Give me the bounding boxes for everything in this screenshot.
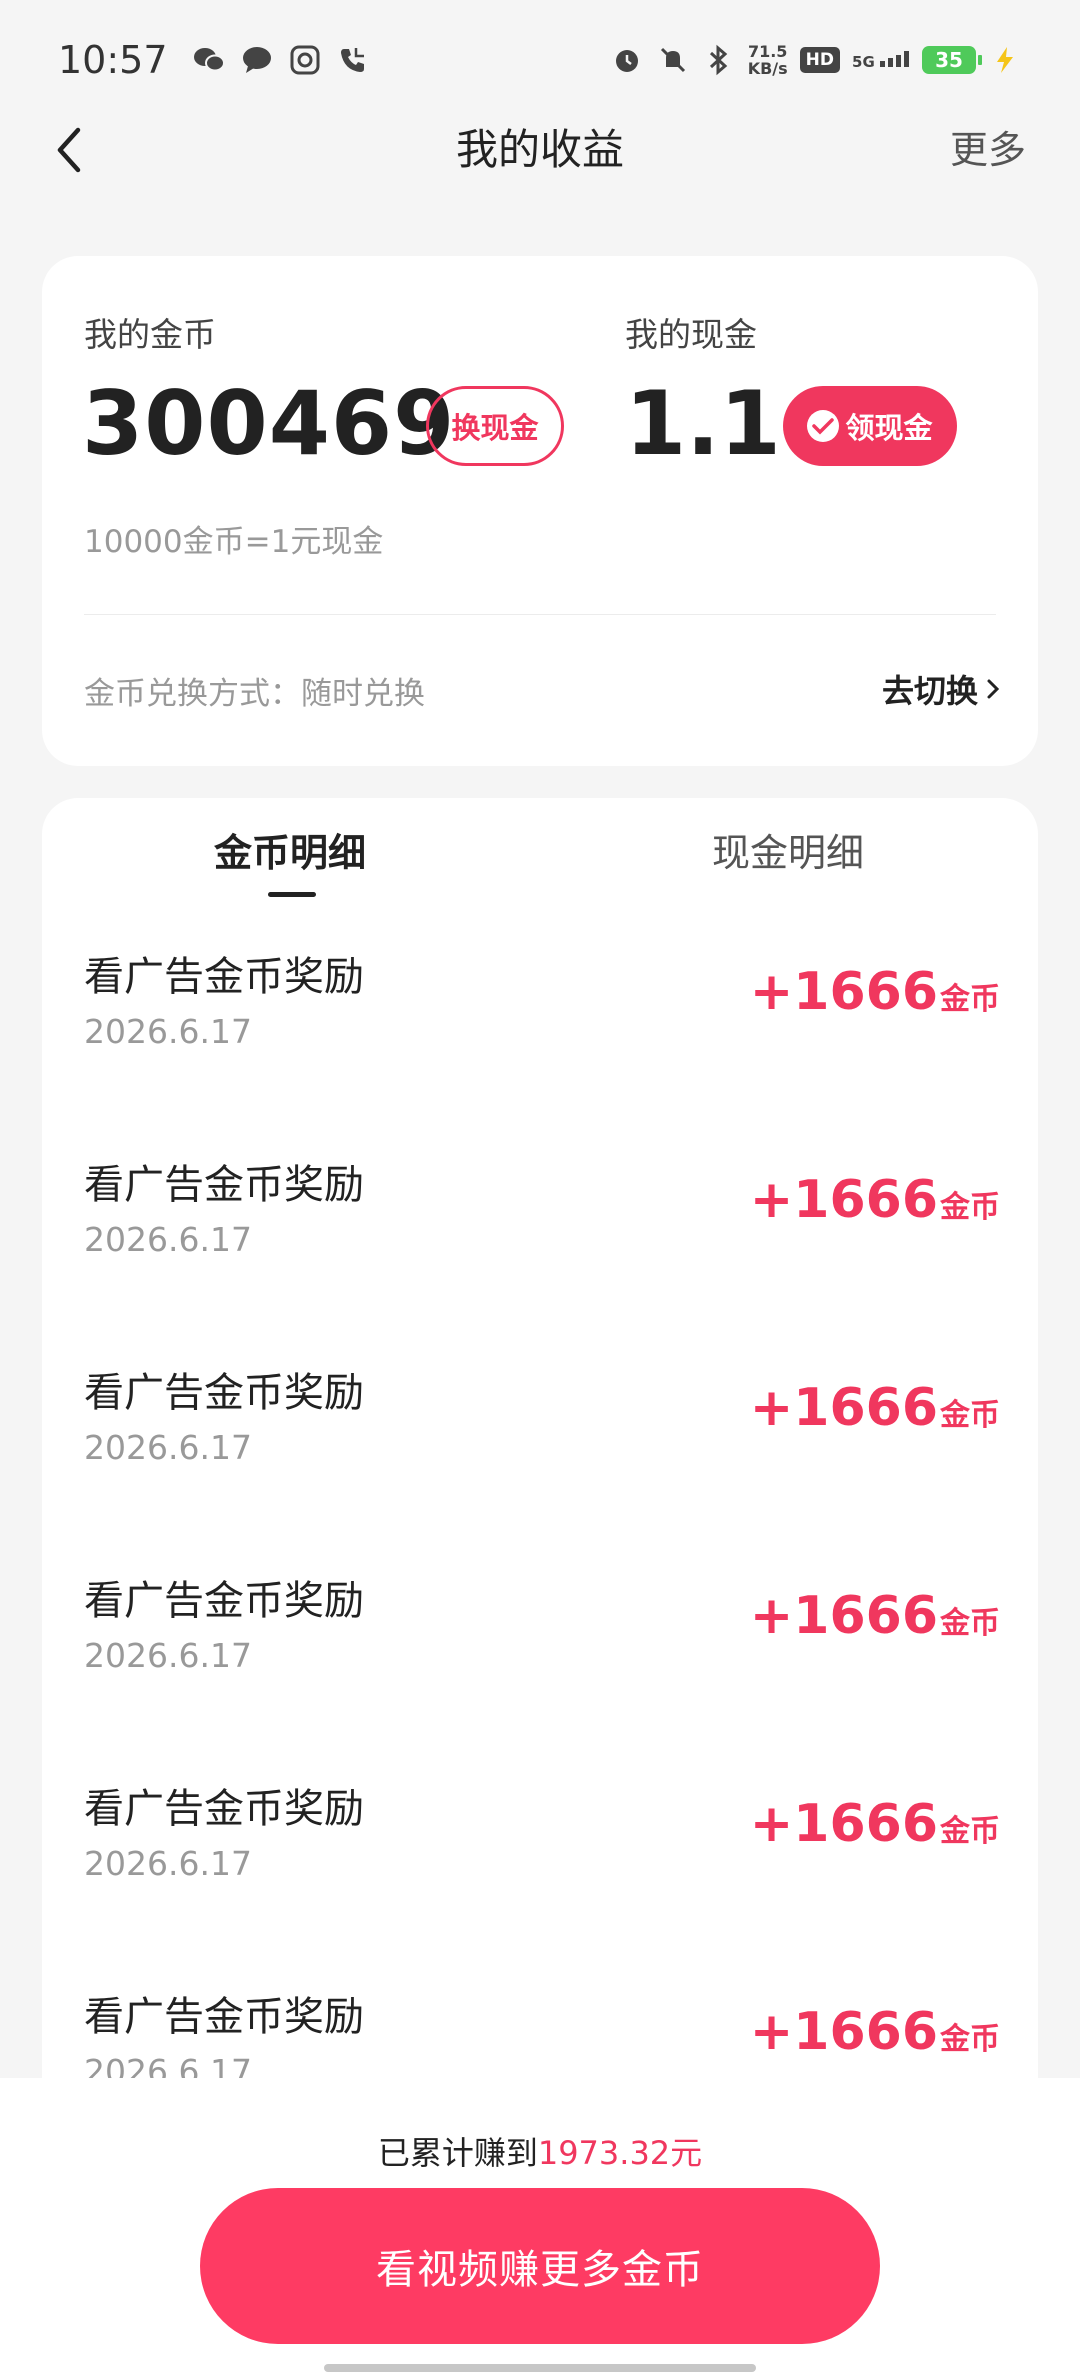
earned-amount: 1973.32元 [537,2134,703,2172]
record-amount-unit: 金币 [940,1398,1000,1433]
chevron-right-icon [987,679,1000,699]
summary-card: 我的金币 300469 换现金 我的现金 1.1 领现金 10000金币=1元现… [42,256,1038,766]
record-date: 2026.6.17 [84,1220,252,1259]
bottom-bar: 已累计赚到1973.32元 看视频赚更多金币 [0,2078,1080,2376]
record-date: 2026.6.17 [84,1844,252,1883]
charging-icon [988,43,1022,77]
exchange-cash-button[interactable]: 换现金 [426,386,564,466]
detail-card: 金币明细 现金明细 看广告金币奖励 2026.6.17 +1666 金币 看广告… [42,798,1038,2098]
record-amount: +1666 金币 [750,2002,1000,2062]
coins-value: 300469 [82,372,456,475]
earned-prefix: 已累计赚到 [377,2134,538,2172]
record-amount-unit: 金币 [940,982,1000,1017]
record-title: 看广告金币奖励 [84,1578,364,1624]
rate-note: 10000金币=1元现金 [84,524,384,560]
status-time: 10:57 [58,38,168,82]
coins-label: 我的金币 [84,315,216,354]
record-amount: +1666 金币 [750,1586,1000,1646]
record-amount-value: +1666 [749,2002,938,2062]
battery-icon: 35 [922,46,982,74]
page-title: 我的收益 [455,125,624,174]
record-amount-value: +1666 [749,1378,938,1438]
record-title: 看广告金币奖励 [84,1994,364,2040]
records-list: 看广告金币奖励 2026.6.17 +1666 金币 看广告金币奖励 2026.… [42,916,1038,2098]
record-amount-unit: 金币 [940,2022,1000,2057]
cash-value: 1.1 [625,372,781,475]
list-item: 看广告金币奖励 2026.6.17 +1666 金币 [42,1748,1038,1956]
app-icon [288,43,322,77]
header: 我的收益 更多 [0,120,1080,180]
list-item: 看广告金币奖励 2026.6.17 +1666 金币 [42,1540,1038,1748]
record-date: 2026.6.17 [84,1012,252,1051]
net-speed-unit: KB/s [747,59,788,78]
record-amount-value: +1666 [749,1586,938,1646]
call-icon [336,43,370,77]
record-title: 看广告金币奖励 [84,1786,364,1832]
list-item: 看广告金币奖励 2026.6.17 +1666 金币 [42,1124,1038,1332]
switch-method-label: 去切换 [881,672,978,710]
record-amount: +1666 金币 [750,1170,1000,1230]
switch-method-link[interactable]: 去切换 [882,666,1000,712]
net-speed: 71.5 KB/s [748,43,788,77]
home-indicator[interactable] [324,2364,756,2372]
bluetooth-icon [702,43,736,77]
signal-icon: 5G [852,50,910,71]
tab-coins-detail[interactable]: 金币明细 [42,828,538,878]
message-icon [240,43,274,77]
record-amount-value: +1666 [749,962,938,1022]
status-right: 71.5 KB/s HD 5G 35 [610,43,1022,77]
network-type: 5G [852,52,875,71]
record-amount: +1666 金币 [750,962,1000,1022]
hd-badge: HD [799,47,841,73]
status-left: 10:57 [58,38,370,82]
record-amount-value: +1666 [749,1794,938,1854]
divider [84,614,996,615]
alarm-icon [610,43,644,77]
record-amount-unit: 金币 [940,1606,1000,1641]
list-item: 看广告金币奖励 2026.6.17 +1666 金币 [42,1956,1038,2098]
tab-cash-detail[interactable]: 现金明细 [538,828,1038,878]
record-title: 看广告金币奖励 [84,954,364,1000]
net-speed-value: 71.5 [747,42,788,61]
record-date: 2026.6.17 [84,1428,252,1467]
record-amount-unit: 金币 [940,1814,1000,1849]
watch-video-button[interactable]: 看视频赚更多金币 [200,2188,880,2344]
record-title: 看广告金币奖励 [84,1370,364,1416]
list-item: 看广告金币奖励 2026.6.17 +1666 金币 [42,916,1038,1124]
exchange-method-text: 金币兑换方式：随时兑换 [84,676,425,712]
cash-label: 我的现金 [625,315,757,354]
record-amount-value: +1666 [749,1170,938,1230]
earned-summary: 已累计赚到1973.32元 [0,2128,1080,2174]
record-date: 2026.6.17 [84,1636,252,1675]
record-amount-unit: 金币 [940,1190,1000,1225]
status-bar: 10:57 71.5 KB/s HD 5G 35 [0,0,1080,120]
claim-cash-label: 领现金 [845,411,933,445]
claim-cash-button[interactable]: 领现金 [783,386,957,466]
wechat-pay-icon [807,410,840,442]
record-title: 看广告金币奖励 [84,1162,364,1208]
record-amount: +1666 金币 [750,1378,1000,1438]
tab-indicator [268,892,316,897]
mute-icon [656,43,690,77]
record-amount: +1666 金币 [750,1794,1000,1854]
list-item: 看广告金币奖励 2026.6.17 +1666 金币 [42,1332,1038,1540]
wechat-icon [192,43,226,77]
more-button[interactable]: 更多 [950,120,1026,180]
